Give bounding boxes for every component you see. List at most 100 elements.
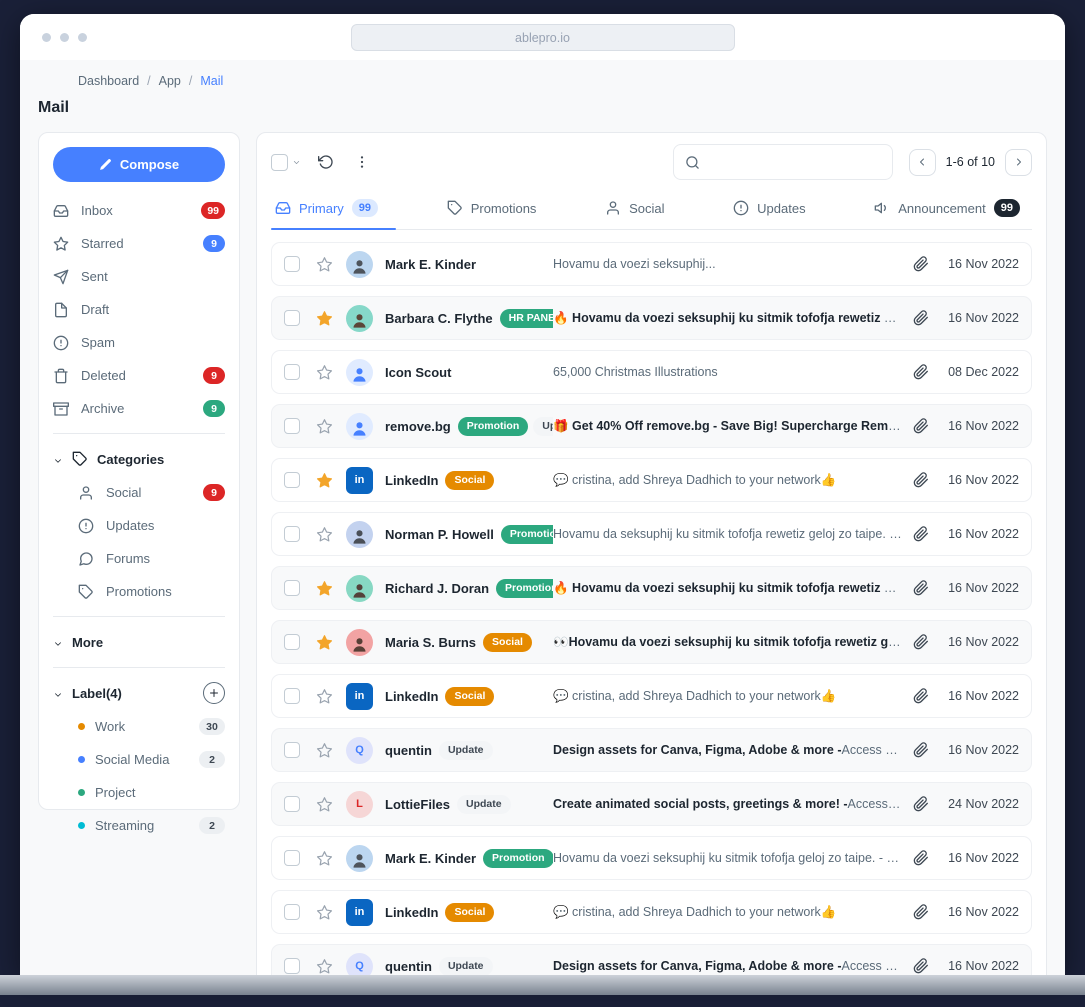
row-checkbox[interactable] [284, 526, 300, 542]
email-row[interactable]: in LinkedIn Social 💬 cristina, add Shrey… [271, 458, 1032, 502]
star-icon[interactable] [314, 362, 334, 382]
search-input[interactable] [707, 153, 881, 171]
sidebar-folder[interactable]: Starred 9 [53, 227, 225, 260]
breadcrumb-item[interactable]: Dashboard [78, 74, 139, 88]
sidebar-folder[interactable]: Archive 9 [53, 392, 225, 425]
subject-rest: Access millions of [841, 743, 914, 757]
email-row[interactable]: Richard J. Doran Promotion 🔥 Hovamu da v… [271, 566, 1032, 610]
category-label: Forums [106, 551, 151, 566]
row-checkbox[interactable] [284, 256, 300, 272]
more-header[interactable]: More [53, 625, 225, 659]
star-icon[interactable] [314, 254, 334, 274]
row-checkbox[interactable] [284, 742, 300, 758]
refresh-button[interactable] [315, 151, 337, 173]
sidebar-folder[interactable]: Sent [53, 260, 225, 293]
prev-page-button[interactable] [908, 148, 936, 176]
email-sender: LottieFiles Update [385, 794, 553, 814]
email-row[interactable]: Norman P. Howell Promotion Hovamu da sek… [271, 512, 1032, 556]
mail-tab[interactable]: Announcement 99 [870, 189, 1024, 229]
row-checkbox[interactable] [284, 850, 300, 866]
label-name: Social Media [95, 752, 170, 767]
sender-badge: Update [438, 740, 493, 760]
star-icon[interactable] [314, 416, 334, 436]
email-row[interactable]: Mark E. Kinder Hovamu da voezi seksuphij… [271, 242, 1032, 286]
email-row[interactable]: in LinkedIn Social 💬 cristina, add Shrey… [271, 674, 1032, 718]
email-row[interactable]: in LinkedIn Social 💬 cristina, add Shrey… [271, 890, 1032, 934]
tab-label: Announcement [898, 200, 986, 216]
row-checkbox[interactable] [284, 310, 300, 326]
compose-button[interactable]: Compose [53, 147, 225, 182]
more-options-button[interactable] [351, 151, 373, 173]
sender-badges: Promotion Update [457, 416, 553, 436]
row-checkbox[interactable] [284, 958, 300, 974]
email-row[interactable]: Icon Scout 65,000 Christmas Illustration… [271, 350, 1032, 394]
categories-header[interactable]: Categories [53, 442, 225, 476]
window-dot[interactable] [60, 32, 69, 42]
next-page-button[interactable] [1005, 148, 1032, 176]
sidebar-folder[interactable]: Inbox 99 [53, 194, 225, 227]
star-icon[interactable] [314, 902, 334, 922]
mail-tab[interactable]: Promotions [443, 189, 541, 229]
sidebar-category[interactable]: Updates [53, 509, 225, 542]
sidebar-folder[interactable]: Draft [53, 293, 225, 326]
sender-name: LinkedIn [385, 688, 439, 704]
email-row[interactable]: Maria S. Burns Social 👀Hovamu da voezi s… [271, 620, 1032, 664]
star-icon[interactable] [314, 740, 334, 760]
sidebar-category[interactable]: Social 9 [53, 476, 225, 509]
row-checkbox[interactable] [284, 796, 300, 812]
row-checkbox[interactable] [284, 634, 300, 650]
url-bar[interactable]: ablepro.io [350, 24, 735, 51]
sender-name: LinkedIn [385, 472, 439, 488]
star-icon[interactable] [314, 578, 334, 598]
email-row[interactable]: Q quentin Update Design assets for Canva… [271, 944, 1032, 975]
row-checkbox[interactable] [284, 688, 300, 704]
email-row[interactable]: remove.bg Promotion Update 🎁 Get 40% Of [271, 404, 1032, 448]
select-all-checkbox[interactable] [271, 153, 288, 171]
sidebar-folder[interactable]: Deleted 9 [53, 359, 225, 392]
email-date: 16 Nov 2022 [948, 473, 1019, 487]
sidebar-label[interactable]: Streaming 2 [53, 809, 225, 842]
sidebar-label[interactable]: Project [53, 776, 225, 809]
star-icon[interactable] [314, 308, 334, 328]
chevron-down-icon[interactable] [292, 158, 301, 167]
search-box[interactable] [672, 144, 893, 180]
row-checkbox[interactable] [284, 472, 300, 488]
star-icon[interactable] [314, 848, 334, 868]
star-icon[interactable] [314, 686, 334, 706]
star-icon[interactable] [314, 524, 334, 544]
window-dot[interactable] [42, 32, 51, 42]
window-dot[interactable] [78, 32, 87, 42]
email-date: 16 Nov 2022 [948, 581, 1019, 595]
sidebar-label[interactable]: Social Media 2 [53, 743, 225, 776]
star-icon[interactable] [314, 632, 334, 652]
add-label-button[interactable] [203, 682, 225, 704]
sender-badge: Promotion [483, 848, 553, 868]
row-checkbox[interactable] [284, 418, 300, 434]
breadcrumb-item[interactable]: App [139, 74, 181, 88]
mail-tab[interactable]: Primary 99 [271, 189, 397, 230]
sender-badge: Update [457, 794, 511, 814]
email-row[interactable]: L LottieFiles Update Create animated soc… [271, 782, 1032, 826]
sidebar-category[interactable]: Promotions [53, 575, 225, 608]
sender-name: Mark E. Kinder [385, 256, 477, 272]
sidebar-category[interactable]: Forums [53, 542, 225, 575]
refresh-icon [318, 154, 334, 170]
sidebar-label[interactable]: Work 30 [53, 710, 225, 743]
row-checkbox[interactable] [284, 904, 300, 920]
star-icon[interactable] [314, 956, 334, 975]
star-icon[interactable] [314, 470, 334, 490]
mail-tab[interactable]: Social [601, 189, 668, 229]
email-row[interactable]: Barbara C. Flythe HR PANEL 🔥 Hovamu da v… [271, 296, 1032, 340]
email-row[interactable]: Q quentin Update Design assets for Canva… [271, 728, 1032, 772]
breadcrumb-item[interactable]: Mail [181, 74, 223, 88]
star-icon[interactable] [314, 794, 334, 814]
labels-header[interactable]: Label(4) [53, 676, 225, 710]
email-row[interactable]: Mark E. Kinder Promotion Hovamu da voezi… [271, 836, 1032, 880]
window-controls[interactable] [42, 32, 87, 42]
categories-list: Social 9 Updates Forums Promotions [53, 476, 225, 608]
row-checkbox[interactable] [284, 364, 300, 380]
email-subject: 🔥 Hovamu da voezi seksuphij ku sitmik to… [553, 311, 913, 326]
row-checkbox[interactable] [284, 580, 300, 596]
mail-tab[interactable]: Updates [729, 189, 809, 229]
sidebar-folder[interactable]: Spam [53, 326, 225, 359]
